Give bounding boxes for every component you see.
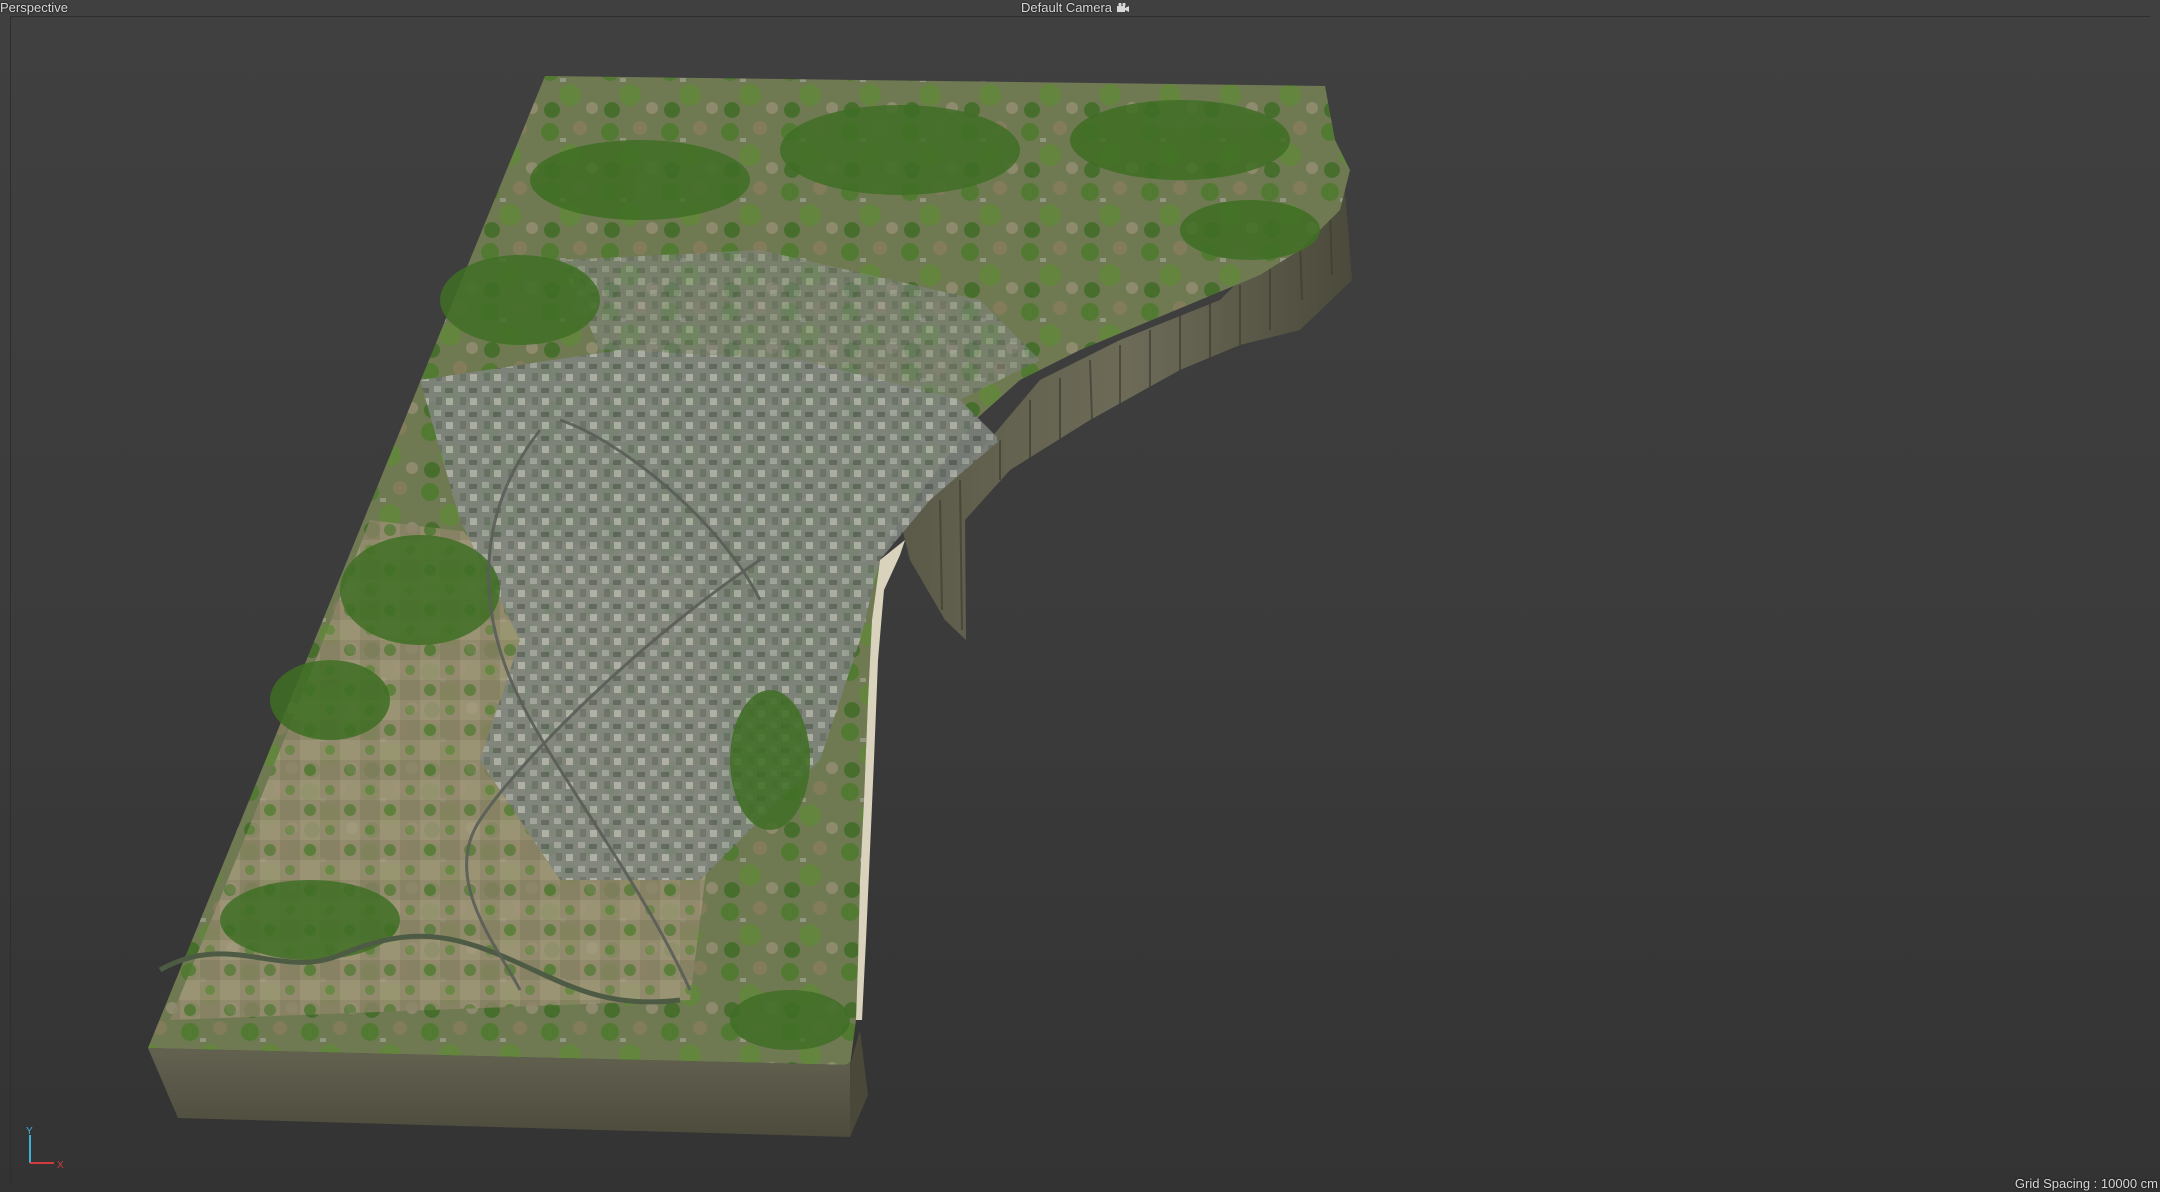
axis-gizmo: Y X [26,1126,64,1171]
camera-menu[interactable]: Default Camera [1021,0,1130,16]
3d-viewport[interactable]: Perspective Default Camera Y X Grid Spac… [0,0,2160,1192]
camera-icon [1117,2,1130,12]
view-name-label[interactable]: Perspective [0,0,68,16]
terrain-scene[interactable] [0,0,2160,1192]
grid-spacing-label: Grid Spacing : 10000 cm [2014,1176,2158,1191]
camera-label: Default Camera [1021,0,1113,15]
terrain-right-front-side [850,1030,868,1137]
axis-x-label: X [57,1160,64,1171]
axis-y-label: Y [26,1126,33,1137]
